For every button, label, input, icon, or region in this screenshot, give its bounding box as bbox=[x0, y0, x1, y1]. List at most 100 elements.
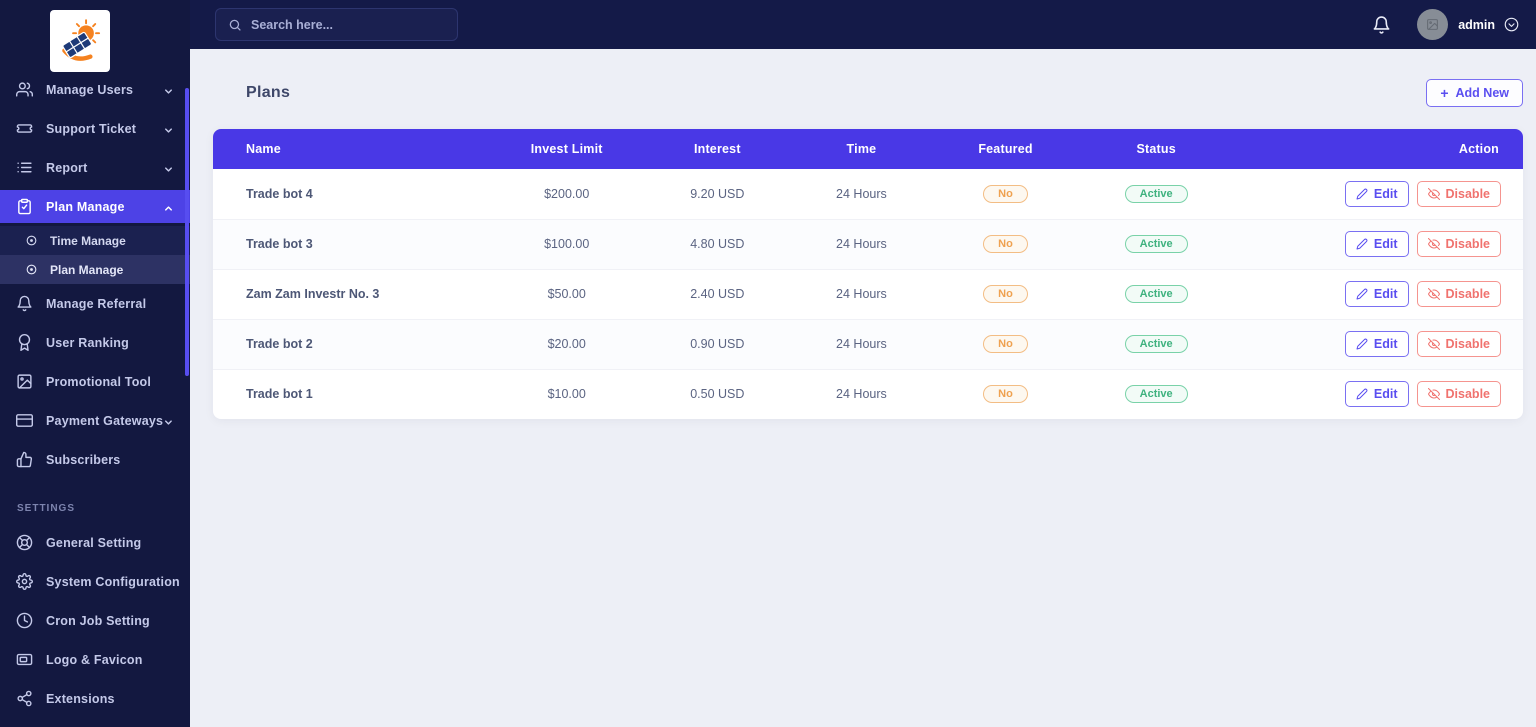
header-invest-limit: Invest Limit bbox=[488, 129, 646, 169]
plus-icon: + bbox=[1440, 85, 1449, 101]
sidebar-item-cron-job-setting[interactable]: Cron Job Setting bbox=[0, 601, 190, 640]
eye-off-icon bbox=[1428, 188, 1440, 200]
sidebar-item-label: General Setting bbox=[46, 535, 142, 550]
sidebar-item-plan-manage[interactable]: Plan Manage bbox=[0, 190, 190, 223]
plan-time: 24 Hours bbox=[789, 318, 934, 369]
plan-invest-limit: $10.00 bbox=[488, 368, 646, 419]
broken-image-icon bbox=[1426, 18, 1439, 31]
report-list-icon bbox=[16, 159, 33, 176]
clipboard-check-icon bbox=[16, 198, 33, 215]
plan-time: 24 Hours bbox=[789, 268, 934, 319]
pencil-icon bbox=[1356, 288, 1368, 300]
edit-button[interactable]: Edit bbox=[1344, 331, 1409, 357]
disable-label: Disable bbox=[1445, 387, 1490, 402]
plan-name: Trade bot 1 bbox=[213, 368, 489, 419]
search-box[interactable] bbox=[215, 8, 458, 41]
edit-label: Edit bbox=[1373, 387, 1398, 402]
sidebar-item-label: Cron Job Setting bbox=[46, 613, 150, 628]
sidebar-scrollbar[interactable] bbox=[185, 88, 189, 376]
sidebar-subitem-label: Time Manage bbox=[50, 233, 126, 248]
chevron-down-icon bbox=[163, 162, 174, 173]
plan-invest-limit: $200.00 bbox=[544, 186, 590, 201]
plan-time: 24 Hours bbox=[789, 368, 934, 419]
featured-badge: No bbox=[983, 235, 1028, 253]
plan-time: 24 Hours bbox=[789, 218, 934, 269]
disable-label: Disable bbox=[1445, 287, 1490, 301]
sidebar-item-subscribers[interactable]: Subscribers bbox=[0, 440, 190, 479]
thumbs-up-icon bbox=[16, 451, 33, 468]
pencil-icon bbox=[1356, 388, 1368, 400]
header-status: Status bbox=[1077, 129, 1235, 169]
page-title: Plans bbox=[246, 84, 291, 101]
pencil-icon bbox=[1356, 338, 1368, 350]
status-badge: Active bbox=[1124, 235, 1188, 253]
disable-button[interactable]: Disable bbox=[1416, 180, 1501, 207]
edit-button[interactable]: Edit bbox=[1344, 381, 1409, 408]
status-badge: Active bbox=[1124, 385, 1188, 404]
topbar-right: admin bbox=[1372, 9, 1519, 40]
sidebar-item-label: Payment Gateways bbox=[46, 413, 164, 428]
disable-label: Disable bbox=[1445, 186, 1490, 201]
topbar: admin bbox=[190, 0, 1536, 49]
sidebar-item-manage-referral[interactable]: Manage Referral bbox=[0, 284, 190, 323]
edit-label: Edit bbox=[1373, 186, 1398, 201]
sidebar-item-general-setting[interactable]: General Setting bbox=[0, 523, 190, 562]
search-input[interactable] bbox=[251, 17, 445, 32]
plan-name: Trade bot 3 bbox=[213, 218, 489, 269]
sidebar-subitem-plan-manage[interactable]: Plan Manage bbox=[0, 255, 190, 284]
pencil-icon bbox=[1356, 238, 1368, 250]
image-icon bbox=[16, 373, 33, 390]
sidebar-item-payment-gateways[interactable]: Payment Gateways bbox=[0, 401, 190, 440]
edit-button[interactable]: Edit bbox=[1344, 180, 1409, 207]
username-label: admin bbox=[1458, 17, 1495, 32]
life-ring-icon bbox=[16, 534, 33, 551]
sidebar-header bbox=[0, 0, 190, 82]
main-panel: Plans + Add New Name Invest Limit Intere… bbox=[190, 49, 1536, 727]
table-header-row: Name Invest Limit Interest Time Featured… bbox=[213, 129, 1523, 169]
disable-button[interactable]: Disable bbox=[1416, 381, 1501, 408]
plan-name: Zam Zam Investr No. 3 bbox=[213, 268, 489, 319]
ticket-icon bbox=[16, 120, 33, 137]
user-avatar[interactable] bbox=[1417, 9, 1449, 40]
sidebar-item-label: Report bbox=[46, 160, 88, 175]
clock-icon bbox=[16, 612, 33, 629]
content-area: admin Plans + Add New bbox=[190, 0, 1536, 727]
plan-interest: 2.40 USD bbox=[645, 268, 790, 319]
header-interest: Interest bbox=[645, 129, 790, 169]
plan-invest-limit: $50.00 bbox=[488, 268, 646, 319]
add-new-button[interactable]: + Add New bbox=[1426, 79, 1523, 107]
sidebar-section-settings: SETTINGS bbox=[17, 503, 76, 514]
sidebar-item-promotional-tool[interactable]: Promotional Tool bbox=[0, 362, 190, 401]
sidebar-item-support-ticket[interactable]: Support Ticket bbox=[0, 109, 190, 148]
disable-button[interactable]: Disable bbox=[1416, 281, 1501, 307]
credit-card-icon bbox=[16, 412, 33, 429]
header-featured: Featured bbox=[933, 129, 1078, 169]
disable-button[interactable]: Disable bbox=[1416, 331, 1501, 357]
plan-interest: 0.90 USD bbox=[645, 318, 790, 369]
eye-off-icon bbox=[1428, 338, 1440, 350]
status-badge: Active bbox=[1124, 184, 1188, 203]
sidebar-item-label: System Configuration bbox=[46, 574, 180, 589]
pencil-icon bbox=[1356, 188, 1368, 200]
disable-button[interactable]: Disable bbox=[1416, 231, 1501, 257]
edit-button[interactable]: Edit bbox=[1344, 281, 1409, 307]
sidebar-item-system-configuration[interactable]: System Configuration bbox=[0, 562, 190, 601]
eye-off-icon bbox=[1428, 388, 1440, 400]
notification-bell-icon[interactable] bbox=[1372, 15, 1391, 35]
sidebar-subitem-time-manage[interactable]: Time Manage bbox=[0, 226, 190, 255]
sidebar-item-logo-favicon[interactable]: Logo & Favicon bbox=[0, 640, 190, 679]
plan-interest: 0.50 USD bbox=[645, 368, 790, 419]
plan-interest: 4.80 USD bbox=[645, 218, 790, 269]
edit-button[interactable]: Edit bbox=[1344, 231, 1409, 257]
sidebar-item-extensions[interactable]: Extensions bbox=[0, 679, 190, 718]
table-row: Trade bot 4 $200.00 9.20 USD 24 Hours No… bbox=[213, 169, 1523, 219]
sidebar-item-user-ranking[interactable]: User Ranking bbox=[0, 323, 190, 362]
plans-table-card: Name Invest Limit Interest Time Featured… bbox=[213, 129, 1523, 419]
sidebar-item-report[interactable]: Report bbox=[0, 148, 190, 187]
featured-badge: No bbox=[983, 184, 1028, 203]
table-row: Trade bot 1 $10.00 0.50 USD 24 Hours No … bbox=[213, 368, 1523, 419]
sidebar-item-label: Logo & Favicon bbox=[46, 652, 143, 667]
chevron-down-circle-icon[interactable] bbox=[1504, 17, 1519, 32]
sidebar-item-label: Manage Referral bbox=[46, 296, 147, 311]
brand-logo[interactable] bbox=[50, 10, 110, 72]
